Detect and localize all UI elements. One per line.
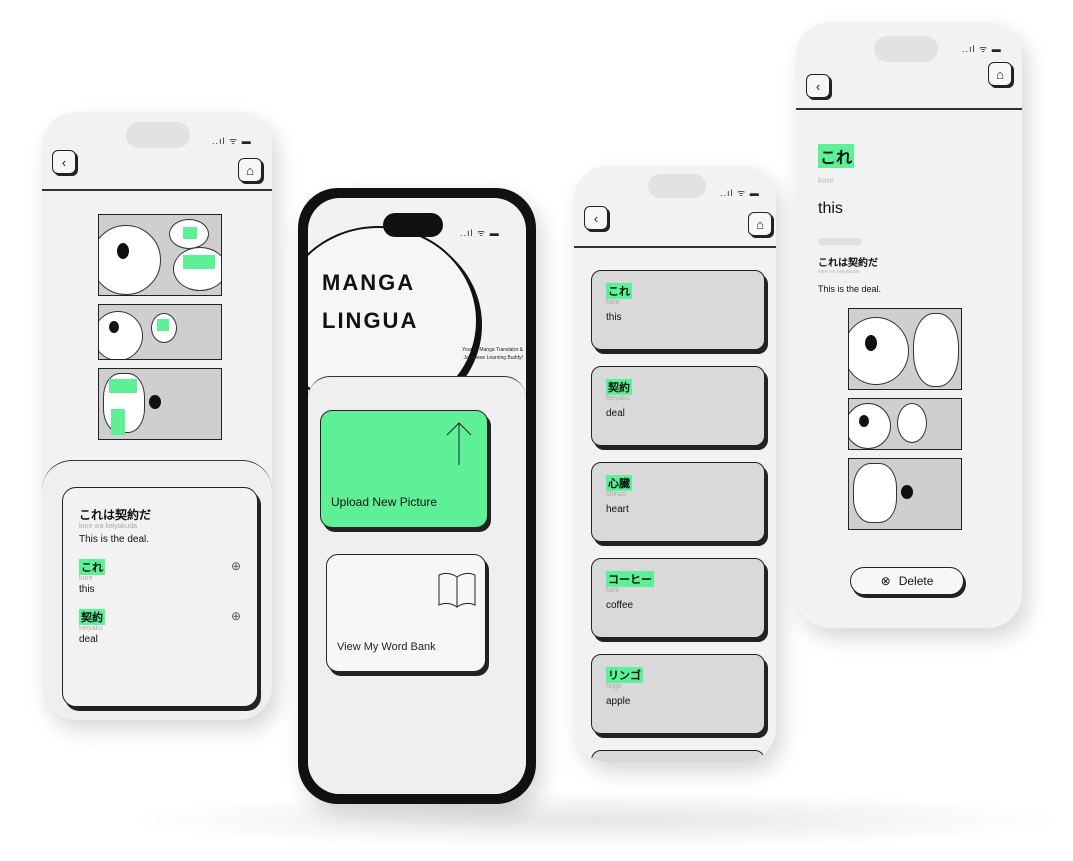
app-title-line-1: MANGA — [322, 270, 416, 295]
home-button[interactable]: ⌂ — [988, 62, 1012, 86]
chevron-left-icon: ‹ — [61, 154, 67, 170]
manga-panel — [848, 308, 962, 390]
status-icons: ..ıl ᯤ ▬ — [962, 44, 1002, 54]
word-en: heart — [606, 504, 629, 515]
home-icon: ⌂ — [756, 216, 764, 232]
word-jp: 契約 — [606, 379, 632, 395]
word-romaji: kohi — [606, 587, 619, 594]
word-jp: これ — [818, 144, 855, 168]
tagline: Your AI Manga Translator & Japanese Lear… — [462, 347, 523, 361]
chevron-left-icon: ‹ — [815, 78, 821, 94]
home-icon: ⌂ — [246, 162, 254, 178]
manga-panel — [98, 214, 222, 296]
word-romaji: kore — [818, 176, 834, 185]
header-divider — [574, 246, 776, 248]
delete-label: Delete — [898, 574, 934, 588]
back-button[interactable]: ‹ — [52, 150, 76, 174]
sentence-en: This is the deal. — [79, 534, 150, 545]
manga-panel — [98, 304, 222, 360]
home-button[interactable]: ⌂ — [238, 158, 262, 182]
word-romaji: keiyaku — [79, 625, 103, 632]
word-romaji: keiyaku — [606, 395, 630, 402]
word-bank-label: View My Word Bank — [337, 641, 436, 653]
sentence-romaji: kore wa keiyakuda — [818, 269, 860, 275]
header-divider — [796, 108, 1022, 110]
back-button[interactable]: ‹ — [584, 206, 608, 230]
word-en: deal — [79, 634, 98, 645]
home-screen: ..ıl ᯤ ▬ MANGA LINGUA Your AI Manga Tran… — [308, 198, 526, 794]
word-jp: これ — [79, 559, 105, 575]
close-circle-icon: ⊗ — [880, 574, 891, 588]
phone-home-screen: ..ıl ᯤ ▬ MANGA LINGUA Your AI Manga Tran… — [298, 188, 536, 804]
add-word-icon[interactable]: ⊕ — [231, 609, 241, 623]
word-card[interactable]: コーヒー kohi coffee — [591, 558, 765, 638]
tag-pill — [818, 238, 862, 245]
manga-panel — [848, 398, 962, 450]
word-en: deal — [606, 408, 625, 419]
book-icon — [438, 572, 476, 608]
word-jp: 心臓 — [606, 475, 632, 491]
floor-shadow — [120, 790, 1070, 850]
word-item: 契約 keiyaku deal ⊕ — [79, 609, 241, 645]
dynamic-island — [648, 174, 706, 198]
word-bank-button[interactable]: View My Word Bank — [326, 554, 486, 672]
back-button[interactable]: ‹ — [806, 74, 830, 98]
phone-translation-view: ..ıl ᯤ ▬ ‹ ⌂ これは契約だ kore wa keiyakuda Th… — [42, 112, 272, 720]
word-jp: リンゴ — [606, 667, 643, 683]
manga-panel — [848, 458, 962, 530]
word-card[interactable] — [591, 750, 765, 762]
delete-button[interactable]: ⊗ Delete — [850, 567, 964, 595]
dynamic-island — [383, 213, 443, 237]
word-en: this — [606, 312, 622, 323]
translation-card: これは契約だ kore wa keiyakuda This is the dea… — [62, 487, 258, 707]
sentence-en: This is the deal. — [818, 284, 882, 294]
status-icons: ..ıl ᯤ ▬ — [460, 228, 500, 238]
word-romaji: shinzo — [606, 491, 627, 498]
word-romaji: kore — [79, 575, 93, 582]
word-en: apple — [606, 696, 631, 707]
home-button[interactable]: ⌂ — [748, 212, 772, 236]
word-en: this — [79, 584, 95, 595]
dynamic-island — [126, 122, 190, 148]
dynamic-island — [874, 36, 938, 62]
home-icon: ⌂ — [996, 66, 1004, 82]
app-title-line-2: LINGUA — [322, 308, 419, 333]
word-card[interactable]: これ kore this — [591, 270, 765, 350]
word-en: this — [818, 200, 843, 217]
phone-word-detail: ..ıl ᯤ ▬ ‹ ⌂ これ kore this これは契約だ kore wa… — [796, 22, 1022, 628]
word-en: coffee — [606, 600, 634, 611]
header-divider — [42, 189, 272, 191]
word-card[interactable]: リンゴ ringo apple — [591, 654, 765, 734]
word-jp: これ — [606, 283, 632, 299]
word-jp: コーヒー — [606, 571, 654, 587]
arrow-up-icon — [446, 422, 472, 465]
manga-panel — [98, 368, 222, 440]
upload-label: Upload New Picture — [331, 495, 438, 509]
add-word-icon[interactable]: ⊕ — [231, 559, 241, 573]
word-jp: 契約 — [79, 609, 105, 625]
app-title: MANGA LINGUA — [322, 264, 418, 340]
upload-picture-button[interactable]: Upload New Picture — [320, 410, 488, 528]
word-item: これ kore this ⊕ — [79, 559, 241, 595]
word-romaji: kore — [606, 299, 620, 306]
word-card[interactable]: 契約 keiyaku deal — [591, 366, 765, 446]
sentence-jp: これは契約だ — [818, 258, 878, 269]
phone-word-bank: ..ıl ᯤ ▬ ‹ ⌂ これ kore this 契約 keiyaku dea… — [574, 166, 776, 762]
word-card[interactable]: 心臓 shinzo heart — [591, 462, 765, 542]
sentence-romaji: kore wa keiyakuda — [79, 523, 137, 530]
status-icons: ..ıl ᯤ ▬ — [720, 188, 760, 198]
status-icons: ..ıl ᯤ ▬ — [212, 136, 252, 146]
chevron-left-icon: ‹ — [593, 210, 599, 226]
sentence-jp: これは契約だ — [79, 508, 152, 522]
word-romaji: ringo — [606, 683, 622, 690]
